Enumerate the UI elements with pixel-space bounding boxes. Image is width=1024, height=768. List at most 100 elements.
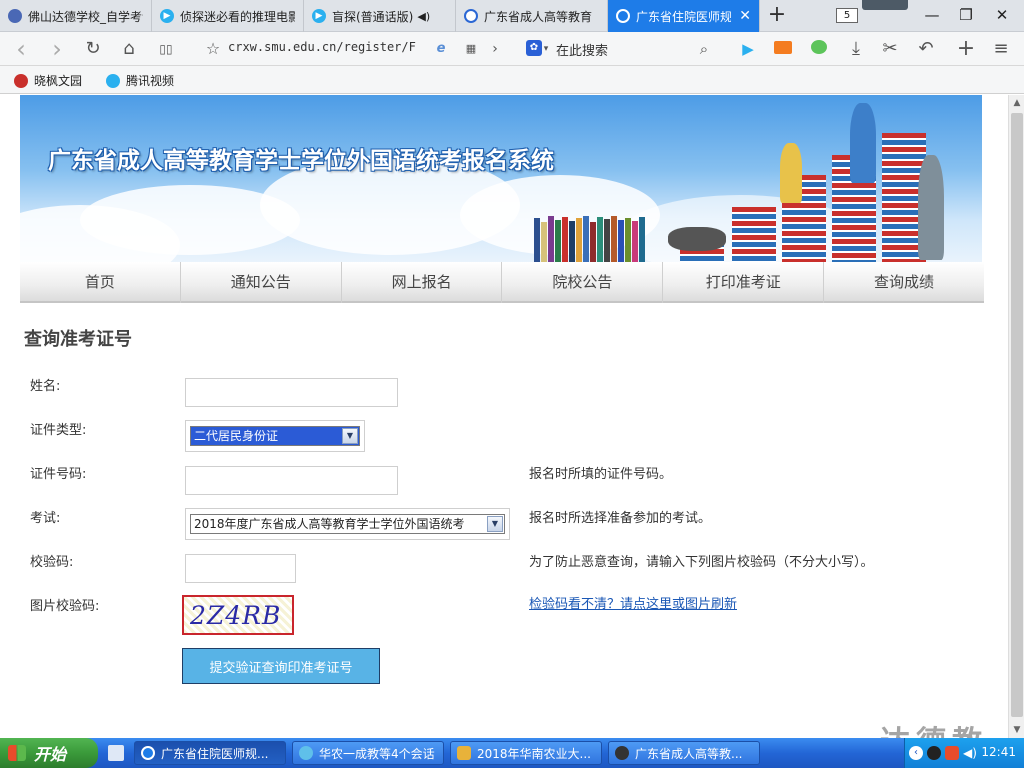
- qq-tray-icon[interactable]: [927, 746, 941, 760]
- taskbar-item-qq[interactable]: 广东省成人高等教...: [608, 741, 760, 765]
- chevron-down-icon[interactable]: ▼: [487, 516, 503, 532]
- scroll-up-icon[interactable]: ▲: [1009, 95, 1024, 111]
- start-label: 开始: [34, 745, 67, 764]
- name-input[interactable]: [185, 378, 398, 407]
- download-icon[interactable]: ⤓: [846, 38, 866, 60]
- bookmark-star-icon[interactable]: ☆: [202, 38, 224, 60]
- tab-title: 广东省住院医师规范化: [636, 9, 732, 24]
- search-icon[interactable]: ⌕: [694, 38, 714, 60]
- taskbar-item-document[interactable]: 2018年华南农业大...: [450, 741, 602, 765]
- captcha-text: 2Z4RB: [190, 601, 282, 630]
- id-number-label: 证件号码:: [30, 467, 87, 482]
- verify-code-input[interactable]: [185, 554, 296, 583]
- nav-notices[interactable]: 通知公告: [181, 262, 342, 303]
- exam-select-frame: 2018年度广东省成人高等教育学士学位外国语统考 ▼: [185, 508, 510, 540]
- home-button[interactable]: ⌂: [118, 38, 140, 60]
- scroll-down-icon[interactable]: ▼: [1009, 722, 1024, 738]
- reload-button[interactable]: ↻: [82, 38, 104, 60]
- tab-count-badge[interactable]: 5: [836, 8, 858, 23]
- new-tab-button[interactable]: +: [764, 2, 790, 28]
- start-button[interactable]: 开始: [0, 738, 98, 768]
- scissors-icon[interactable]: ✂: [880, 38, 900, 60]
- forward-button[interactable]: ›: [46, 37, 68, 61]
- tab-detective-movies[interactable]: ▶ 侦探迷必看的推理电影: [152, 0, 304, 32]
- tab-title: 盲探(普通话版): [332, 9, 414, 24]
- chat-icon[interactable]: [808, 38, 830, 60]
- browser-tab-strip: 佛山达德学校_自学考试 ▶ 侦探迷必看的推理电影 ▶ 盲探(普通话版) ◀) 广…: [0, 0, 1024, 32]
- tray-expand-icon[interactable]: ‹: [909, 746, 923, 760]
- paw-icon[interactable]: ✿: [526, 40, 542, 56]
- watermark-logo: 达德教育: [880, 717, 1008, 738]
- taskbar-item-browser[interactable]: 广东省住院医师规...: [134, 741, 286, 765]
- windows-logo-icon: [8, 745, 26, 761]
- tray-app-icon[interactable]: [945, 746, 959, 760]
- chevron-down-icon[interactable]: ▾: [541, 38, 551, 60]
- nav-home[interactable]: 首页: [20, 262, 181, 303]
- qr-code-icon[interactable]: ▦: [462, 38, 480, 60]
- id-number-hint: 报名时所填的证件号码。: [529, 467, 673, 482]
- tab-title: 侦探迷必看的推理电影: [180, 9, 295, 24]
- image-code-label: 图片校验码:: [30, 599, 100, 614]
- system-clock: 12:41: [981, 745, 1016, 759]
- search-input[interactable]: 在此搜索: [556, 40, 608, 59]
- speaker-icon[interactable]: ◀): [417, 10, 430, 23]
- tab-foshan-dade[interactable]: 佛山达德学校_自学考试: [0, 0, 152, 32]
- windows-taskbar: 开始 广东省住院医师规... 华农一成教等4个会话 2018年华南农业大... …: [0, 738, 1024, 768]
- address-bar[interactable]: crxw.smu.edu.cn/register/F: [228, 40, 416, 54]
- play-icon[interactable]: ▶: [738, 38, 758, 60]
- bookmark-label: 腾讯视频: [126, 74, 175, 88]
- exam-selected-value: 2018年度广东省成人高等教育学士学位外国语统考: [194, 517, 465, 531]
- video-icon[interactable]: [772, 38, 794, 60]
- bookmark-label: 晓枫文园: [34, 74, 83, 88]
- bookmark-xiaofeng[interactable]: 晓枫文园: [14, 72, 82, 89]
- nav-online-registration[interactable]: 网上报名: [342, 262, 503, 303]
- scrollbar-thumb[interactable]: [1011, 113, 1023, 717]
- menu-icon[interactable]: ≡: [990, 38, 1012, 60]
- captcha-image[interactable]: 2Z4RB: [182, 595, 294, 635]
- tab-blind-detective[interactable]: ▶ 盲探(普通话版) ◀): [304, 0, 456, 32]
- chevron-down-icon[interactable]: ▼: [342, 428, 358, 444]
- close-tab-icon[interactable]: ✕: [739, 8, 751, 24]
- undo-icon[interactable]: ↶: [914, 38, 938, 60]
- maximize-button[interactable]: ❐: [952, 4, 980, 26]
- play-icon: ▶: [160, 9, 174, 23]
- taskbar-item-chat[interactable]: 华农一成教等4个会话: [292, 741, 444, 765]
- play-icon: [106, 73, 120, 88]
- tab-guangdong-adult-education[interactable]: 广东省成人高等教育: [456, 0, 608, 32]
- browser-icon: [141, 746, 155, 760]
- id-number-input[interactable]: [185, 466, 398, 495]
- bookmarks-bar: 晓枫文园 腾讯视频: [0, 66, 1024, 94]
- id-type-select[interactable]: 二代居民身份证 ▼: [190, 426, 360, 446]
- window-thumbnail: [862, 0, 908, 10]
- banner-title: 广东省成人高等教育学士学位外国语统考报名系统: [48, 148, 554, 174]
- student-figure: [668, 227, 726, 251]
- reader-mode-button[interactable]: ▯▯: [154, 38, 178, 60]
- quick-launch-icon[interactable]: [108, 745, 124, 761]
- back-button[interactable]: ‹: [10, 37, 32, 61]
- site-nav: 首页 通知公告 网上报名 院校公告 打印准考证 查询成绩: [20, 262, 984, 303]
- no-entry-icon: [616, 9, 630, 23]
- id-type-select-frame: 二代居民身份证 ▼: [185, 420, 365, 452]
- tab-guangdong-residency[interactable]: 广东省住院医师规范化 ✕: [608, 0, 760, 32]
- minimize-button[interactable]: —: [918, 4, 946, 26]
- page-scrollbar[interactable]: ▲ ▼: [1008, 95, 1024, 738]
- nav-print-admission-ticket[interactable]: 打印准考证: [663, 262, 825, 303]
- verify-code-hint: 为了防止恶意查询，请输入下列图片校验码（不分大小写）。: [529, 555, 874, 570]
- chevron-right-icon[interactable]: ›: [488, 38, 502, 60]
- ie-compat-icon[interactable]: e: [432, 38, 450, 60]
- student-figure: [918, 155, 944, 260]
- nav-query-scores[interactable]: 查询成绩: [824, 262, 984, 303]
- document-icon: [457, 746, 471, 760]
- exam-select[interactable]: 2018年度广东省成人高等教育学士学位外国语统考 ▼: [190, 514, 505, 534]
- taskbar-item-label: 广东省成人高等教...: [635, 746, 743, 761]
- close-window-button[interactable]: ✕: [988, 4, 1016, 26]
- volume-icon[interactable]: ◀): [963, 746, 977, 760]
- bookmark-tencent-video[interactable]: 腾讯视频: [106, 72, 174, 89]
- system-tray: ‹ ◀) 12:41: [904, 738, 1024, 768]
- nav-school-notices[interactable]: 院校公告: [502, 262, 664, 303]
- play-icon: ▶: [312, 9, 326, 23]
- submit-button[interactable]: 提交验证查询印准考证号: [182, 648, 380, 684]
- chat-icon: [299, 746, 313, 760]
- plus-icon[interactable]: +: [956, 38, 976, 60]
- refresh-captcha-link[interactable]: 检验码看不清？请点这里或图片刷新: [529, 593, 737, 612]
